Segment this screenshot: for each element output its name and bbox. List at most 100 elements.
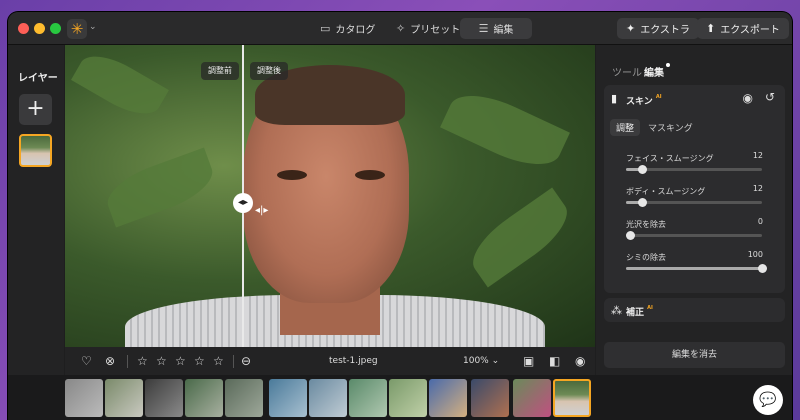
title-bar: ✳ ⌄ ▭ カタログ ✧ プリセット ☰ 編集 ✦ エクストラ ⬆ エクスポート [8,12,792,45]
slider-value: 12 [752,151,763,160]
eye-icon[interactable]: ◉ [575,354,585,368]
slider-label: シミの除去 [626,253,666,262]
slider-track[interactable] [626,264,767,273]
layers-panel: レイヤー + [8,45,64,375]
photo-eye [277,170,307,180]
before-label: 調整前 [201,62,239,80]
app-logo-icon[interactable]: ✳ [67,19,87,39]
filmstrip-thumbnail[interactable] [105,379,143,417]
zoom-window-button[interactable] [50,23,61,34]
filmstrip [8,375,792,420]
filmstrip-thumbnail[interactable] [513,379,551,417]
slider-label: 光沢を除去 [626,220,666,229]
slider-knob[interactable] [758,264,767,273]
filmstrip-thumbnail[interactable] [429,379,467,417]
file-name: test-1.jpeg [329,356,378,366]
reject-icon[interactable]: ⊗ [105,354,115,368]
chat-bubble-icon: 💬 [759,392,777,408]
plus-icon: + [26,96,45,121]
correction-card[interactable]: ⁂ 補正 AI [604,298,785,322]
extra-button[interactable]: ✦ エクストラ [617,18,699,39]
skin-card-title: スキン AI [626,94,662,107]
after-label: 調整後 [250,62,288,80]
star-icon[interactable]: ☆ [213,354,224,368]
upload-icon: ⬆ [706,22,716,35]
background-leaf [71,45,169,125]
slider-label: フェイス・スムージング [626,154,714,163]
app-window: ✳ ⌄ ▭ カタログ ✧ プリセット ☰ 編集 ✦ エクストラ ⬆ エクスポート… [8,12,792,420]
filmstrip-thumbnail[interactable] [145,379,183,417]
filmstrip-thumbnail[interactable] [225,379,263,417]
filmstrip-thumbnail[interactable] [309,379,347,417]
photo-eye [355,170,385,180]
heart-icon[interactable]: ♡ [81,354,92,368]
compare-view-icon[interactable]: ▣ [523,354,534,368]
star-icon[interactable]: ☆ [194,354,205,368]
minimize-window-button[interactable] [34,23,45,34]
correction-card-title-text: 補正 [626,308,645,318]
bottle-icon: ▮ [611,92,618,105]
subtab-adjust[interactable]: 調整 [610,119,641,136]
sparkle-icon: ✦ [626,22,636,35]
add-layer-button[interactable]: + [19,94,52,125]
undo-icon[interactable]: ↺ [765,90,775,104]
close-window-button[interactable] [18,23,29,34]
filmstrip-thumbnail[interactable] [185,379,223,417]
tab-presets-label: プリセット [410,25,461,36]
divider-handle-icon[interactable]: ◂▸ [233,193,253,213]
photo-toolbar: ♡ ⊗ ☆ ☆ ☆ ☆ ☆ ⊖ test-1.jpeg 100% ⌄ ▣ ◧ ◉ [65,347,595,375]
layer-thumbnail[interactable] [19,134,52,167]
eye-icon[interactable]: ◉ [743,91,753,105]
resize-cursor-icon: ◂|▸ [255,205,269,216]
clear-edits-button[interactable]: 編集を消去 [604,342,785,368]
filmstrip-thumbnail-selected[interactable] [553,379,591,417]
chevron-down-icon[interactable]: ⌄ [89,22,97,32]
star-icon[interactable]: ☆ [156,354,167,368]
tab-catalog-label: カタログ [335,25,376,36]
tab-catalog[interactable]: ▭ カタログ [310,18,385,39]
correction-card-title: 補正 AI [626,305,653,318]
layers-title: レイヤー [18,73,58,84]
slider-knob[interactable] [626,231,636,240]
background-leaf [462,187,578,288]
tab-edits[interactable]: 編集 [644,64,664,79]
split-view-icon[interactable]: ◧ [549,354,560,368]
filmstrip-thumbnail[interactable] [349,379,387,417]
star-icon[interactable]: ☆ [175,354,186,368]
tab-tools[interactable]: ツール [612,64,642,79]
folder-icon: ▭ [320,22,331,35]
slider-value: 12 [752,184,763,193]
tab-edit[interactable]: ☰ 編集 [460,18,532,39]
filmstrip-thumbnail[interactable] [389,379,427,417]
slider-fill [626,267,762,270]
zoom-select[interactable]: 100% ⌄ [463,356,499,366]
magic-wand-icon: ⁂ [611,304,622,317]
right-panel: ツール 編集 ▮ スキン AI ◉ ↺ 調整 マスキング フェイス・スムージング… [596,45,792,375]
slider-value: 0 [757,217,763,226]
chevron-down-icon: ⌄ [491,356,500,366]
ai-badge: AI [655,94,662,100]
subtab-masking[interactable]: マスキング [648,121,693,134]
tab-presets[interactable]: ✧ プリセット [386,18,470,39]
slider-knob[interactable] [638,198,648,207]
skin-card-title-text: スキン [626,97,653,107]
divider [127,355,128,368]
filmstrip-thumbnail[interactable] [65,379,103,417]
chat-support-button[interactable]: 💬 [753,385,783,415]
slider-track[interactable] [626,165,762,174]
photo-canvas[interactable]: ◂▸ ◂|▸ 調整前 調整後 [65,45,595,347]
sliders-icon: ☰ [478,22,489,35]
filmstrip-thumbnail[interactable] [269,379,307,417]
zoom-value: 100% [463,356,489,366]
filmstrip-thumbnail[interactable] [471,379,509,417]
edits-indicator-dot [666,63,670,67]
more-options-icon[interactable]: ⊖ [241,354,251,368]
star-icon[interactable]: ☆ [137,354,148,368]
slider-knob[interactable] [638,165,648,174]
skin-card: ▮ スキン AI ◉ ↺ 調整 マスキング フェイス・スムージング 12 ボディ・ス… [604,85,785,293]
sparkle-icon: ✧ [396,22,406,35]
slider-label: ボディ・スムージング [626,187,706,196]
slider-track[interactable] [626,198,762,207]
slider-track[interactable] [626,231,762,240]
export-button[interactable]: ⬆ エクスポート [697,18,789,39]
